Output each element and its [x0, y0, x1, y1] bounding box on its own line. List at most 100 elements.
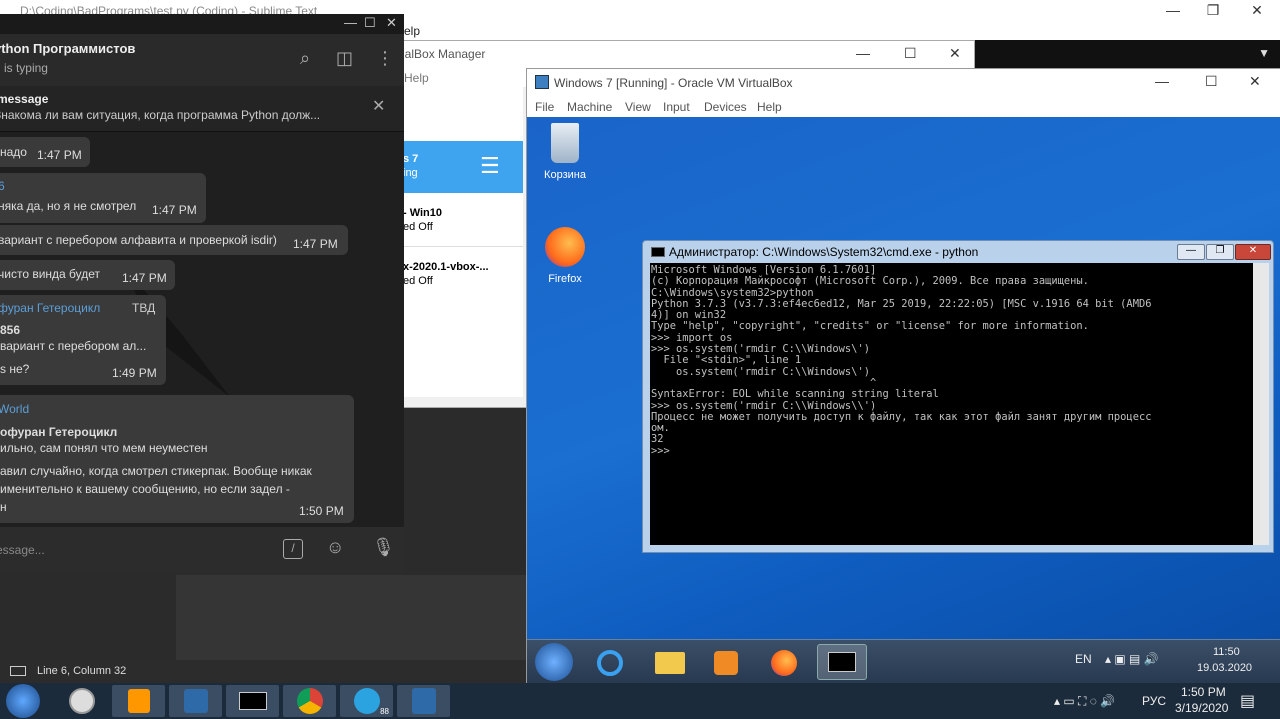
- notification-icon[interactable]: ▤: [1240, 691, 1255, 711]
- taskbar-vm-instance[interactable]: [397, 685, 450, 717]
- maximize-button[interactable]: ☐: [1205, 73, 1218, 90]
- message-text: авил случайно, когда смотрел стикерпак. …: [0, 464, 312, 478]
- message-time: 1:50 PM: [299, 504, 344, 518]
- start-button[interactable]: [535, 643, 573, 681]
- vm-list: s 7 ing ☰ - Win10 ed Off x-2020.1-vbox-.…: [396, 87, 523, 397]
- taskbar-ie[interactable]: [585, 644, 635, 680]
- taskbar-sublime[interactable]: [112, 685, 165, 717]
- menu-view[interactable]: View: [625, 100, 651, 114]
- taskbar-explorer[interactable]: [645, 644, 695, 680]
- close-button[interactable]: ✕: [1235, 244, 1271, 260]
- details-menu-icon[interactable]: ☰: [480, 155, 500, 177]
- message-bubble[interactable]: надо 1:47 PM: [0, 137, 90, 167]
- menu-machine[interactable]: Machine: [567, 100, 612, 114]
- tray-arrow-icon[interactable]: ▴ ▣ ▤ 🔊: [1105, 652, 1159, 666]
- cmd-window: Администратор: C:\Windows\System32\cmd.e…: [642, 240, 1274, 553]
- maximize-button[interactable]: ❐: [1190, 0, 1236, 22]
- taskbar-virtualbox[interactable]: [169, 685, 222, 717]
- search-icon[interactable]: ⌕: [300, 48, 310, 69]
- menu-input[interactable]: Input: [663, 100, 690, 114]
- taskbar-chrome[interactable]: [283, 685, 336, 717]
- host-clock-time[interactable]: 1:50 PM: [1181, 685, 1226, 699]
- message-time: 1:47 PM: [37, 148, 82, 162]
- menu-help[interactable]: elp: [404, 24, 420, 38]
- taskbar-cmd[interactable]: [817, 644, 867, 680]
- scrollbar[interactable]: [1253, 263, 1269, 545]
- minimize-button[interactable]: —: [1155, 73, 1169, 89]
- taskbar-media-player[interactable]: [701, 644, 751, 680]
- minimize-button[interactable]: —: [344, 15, 357, 30]
- vbm-titlebar[interactable]: ualBox Manager — ☐ ✕: [396, 41, 974, 69]
- chat-header[interactable]: ython Программистов н is typing ⌕ ◫ ⋮: [0, 34, 404, 86]
- desktop-icon-label: Firefox: [548, 273, 582, 285]
- chat-history[interactable]: надо 1:47 PM 6 няка да, но я не смотрел …: [0, 132, 404, 527]
- tab-dropdown-icon[interactable]: ▼: [1258, 46, 1270, 60]
- sidebar-toggle-icon[interactable]: ◫: [336, 48, 353, 69]
- close-button[interactable]: ✕: [1234, 0, 1280, 22]
- more-icon[interactable]: ⋮: [376, 48, 394, 69]
- maximize-button[interactable]: ☐: [904, 45, 917, 62]
- vm-list-item[interactable]: - Win10 ed Off: [396, 195, 523, 247]
- message-input-placeholder: essage...: [0, 543, 45, 557]
- emoji-icon[interactable]: ☺: [326, 537, 344, 558]
- console-output[interactable]: Microsoft Windows [Version 6.1.7601] (c)…: [650, 263, 1253, 545]
- minimize-button[interactable]: —: [1177, 244, 1205, 260]
- tray-icons[interactable]: ▴ ▭ ⛶ ◌ 🔊: [1054, 694, 1115, 709]
- vm-state: ing: [403, 167, 418, 179]
- pinned-message[interactable]: message Знакома ли вам ситуация, когда п…: [0, 86, 404, 132]
- message-bubble[interactable]: World офуран Гетероцикл ильно, сам понял…: [0, 395, 354, 523]
- pinned-preview: Знакома ли вам ситуация, когда программа…: [0, 108, 321, 122]
- host-clock-date[interactable]: 3/19/2020: [1175, 701, 1228, 715]
- maximize-button[interactable]: ❐: [1206, 244, 1234, 260]
- taskbar-clock-app[interactable]: [55, 685, 108, 717]
- desktop-icon-label: Корзина: [544, 169, 586, 181]
- taskbar-cmd[interactable]: [226, 685, 279, 717]
- guest-clock-time[interactable]: 11:50: [1213, 646, 1240, 658]
- menu-help[interactable]: Help: [757, 100, 782, 114]
- menu-help[interactable]: Help: [404, 71, 429, 85]
- minimize-button[interactable]: —: [856, 45, 870, 61]
- sender-tag: ТВД: [132, 301, 156, 315]
- vm-state: ed Off: [403, 275, 433, 287]
- console-line: File "<stdin>", line 1: [651, 354, 802, 367]
- microphone-icon[interactable]: 🎙: [372, 537, 395, 558]
- vm-name: s 7: [403, 153, 419, 165]
- message-input[interactable]: essage... / ☺ 🎙: [0, 527, 404, 574]
- cmd-icon: [651, 247, 665, 257]
- maximize-button[interactable]: ☐: [364, 15, 376, 31]
- message-bubble[interactable]: фуран Гетероцикл ТВД 856 вариант с переб…: [0, 295, 166, 385]
- tg-titlebar[interactable]: — ☐ ✕: [0, 14, 404, 34]
- close-button[interactable]: ✕: [386, 15, 397, 31]
- guest-clock-date[interactable]: 19.03.2020: [1197, 662, 1252, 674]
- cmd-titlebar[interactable]: Администратор: C:\Windows\System32\cmd.e…: [643, 241, 1273, 263]
- vm-titlebar[interactable]: Windows 7 [Running] - Oracle VM VirtualB…: [527, 69, 1280, 97]
- taskbar-firefox[interactable]: [759, 644, 809, 680]
- guest-taskbar: EN ▴ ▣ ▤ 🔊 11:50 19.03.2020: [527, 639, 1280, 684]
- menu-file[interactable]: File: [535, 100, 554, 114]
- vm-list-item[interactable]: x-2020.1-vbox-... ed Off: [396, 249, 523, 301]
- vm-menubar: File Machine View Input Devices Help: [527, 97, 1280, 117]
- desktop-icon-firefox[interactable]: Firefox: [530, 227, 600, 285]
- start-button[interactable]: [6, 684, 40, 718]
- vm-name: x-2020.1-vbox-...: [403, 261, 489, 273]
- commands-icon[interactable]: /: [283, 539, 303, 559]
- pinned-header: message: [0, 92, 49, 106]
- sublime-panel: [176, 575, 528, 660]
- desktop-icon-recycle-bin[interactable]: Корзина: [530, 123, 600, 181]
- message-sender: фуран Гетероцикл: [0, 301, 101, 315]
- quote-text: ильно, сам понял что мем неуместен: [0, 441, 208, 455]
- panel-icon[interactable]: [10, 666, 26, 676]
- message-bubble[interactable]: 6 няка да, но я не смотрел 1:47 PM: [0, 173, 206, 223]
- console-line: Type "help", "copyright", "credits" or "…: [651, 320, 1089, 333]
- menu-devices[interactable]: Devices: [704, 100, 747, 114]
- close-icon[interactable]: ✕: [372, 96, 385, 116]
- host-lang[interactable]: РУС: [1142, 694, 1166, 708]
- message-bubble[interactable]: чисто винда будет 1:47 PM: [0, 260, 175, 290]
- guest-lang[interactable]: EN: [1075, 652, 1092, 666]
- console-line: Процесс не может получить доступ к файлу…: [651, 410, 1152, 423]
- message-bubble[interactable]: вариант с перебором алфавита и проверкой…: [0, 225, 348, 255]
- close-button[interactable]: ✕: [1249, 73, 1261, 90]
- close-button[interactable]: ✕: [949, 45, 961, 62]
- taskbar-telegram[interactable]: 88: [340, 685, 393, 717]
- vm-list-item[interactable]: s 7 ing ☰: [396, 141, 523, 193]
